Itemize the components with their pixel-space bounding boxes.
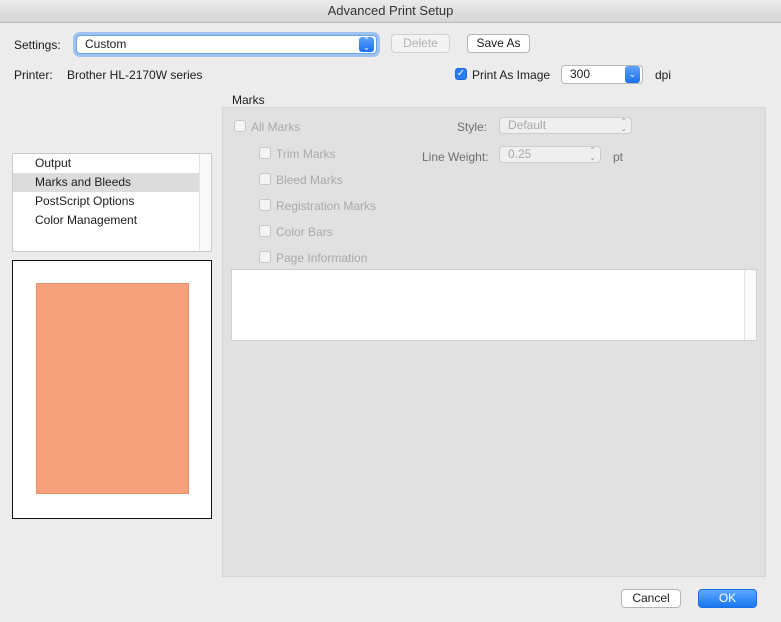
window-title: Advanced Print Setup	[327, 3, 454, 18]
bleed-marks-checkbox[interactable]	[259, 173, 271, 185]
line-weight-combo[interactable]: 0.25 ⌃ ⌄	[499, 146, 601, 163]
all-marks-label: All Marks	[251, 120, 301, 134]
style-value: Default	[508, 118, 547, 132]
line-weight-unit: pt	[613, 150, 624, 164]
print-as-image-checkbox[interactable]: ✓	[455, 68, 467, 80]
style-label: Style:	[457, 120, 488, 134]
description-scrollbar[interactable]	[744, 270, 756, 340]
list-item-marks-and-bleeds[interactable]: Marks and Bleeds	[13, 173, 201, 192]
print-as-image-label: Print As Image	[472, 68, 551, 82]
all-marks-checkbox[interactable]	[234, 120, 246, 132]
save-as-button[interactable]: Save As	[467, 34, 530, 53]
style-popup[interactable]: Default ⌃ ⌄	[499, 117, 632, 134]
window-titlebar: Advanced Print Setup	[0, 0, 781, 23]
registration-marks-label: Registration Marks	[276, 199, 377, 213]
page-information-checkbox[interactable]	[259, 251, 271, 263]
category-list[interactable]: Output Marks and Bleeds PostScript Optio…	[12, 153, 212, 252]
dpi-unit: dpi	[655, 68, 672, 82]
list-scrollbar[interactable]	[199, 154, 211, 251]
delete-button[interactable]: Delete	[391, 34, 450, 53]
ok-button[interactable]: OK	[698, 589, 757, 608]
line-weight-label: Line Weight:	[422, 150, 489, 164]
page-preview	[12, 260, 212, 519]
bleed-marks-label: Bleed Marks	[276, 173, 343, 187]
dpi-combo[interactable]: 300 ⌄	[561, 65, 643, 84]
registration-marks-checkbox[interactable]	[259, 199, 271, 211]
printer-name: Brother HL-2170W series	[67, 68, 203, 82]
chevron-down-icon[interactable]: ⌄	[625, 66, 640, 83]
settings-popup[interactable]: Custom ⌃ ⌄	[76, 35, 377, 54]
dpi-value: 300	[570, 67, 591, 81]
page-information-label: Page Information	[276, 251, 368, 265]
updown-icon: ⌃ ⌄	[620, 117, 627, 133]
settings-stepper-icon: ⌃ ⌄	[359, 37, 374, 52]
trim-marks-checkbox[interactable]	[259, 147, 271, 159]
trim-marks-label: Trim Marks	[276, 147, 336, 161]
list-item-color-management[interactable]: Color Management	[13, 211, 201, 230]
line-weight-value: 0.25	[508, 147, 532, 161]
color-bars-label: Color Bars	[276, 225, 333, 239]
color-bars-checkbox[interactable]	[259, 225, 271, 237]
updown-icon: ⌃ ⌄	[589, 146, 596, 162]
preview-page	[36, 283, 189, 494]
settings-label: Settings:	[14, 38, 61, 52]
list-item-output[interactable]: Output	[13, 154, 201, 173]
list-item-postscript-options[interactable]: PostScript Options	[13, 192, 201, 211]
marks-description-area[interactable]	[231, 269, 757, 341]
cancel-button[interactable]: Cancel	[621, 589, 681, 608]
settings-value: Custom	[85, 37, 127, 51]
printer-label: Printer:	[14, 68, 53, 82]
marks-section-title: Marks	[232, 93, 265, 107]
